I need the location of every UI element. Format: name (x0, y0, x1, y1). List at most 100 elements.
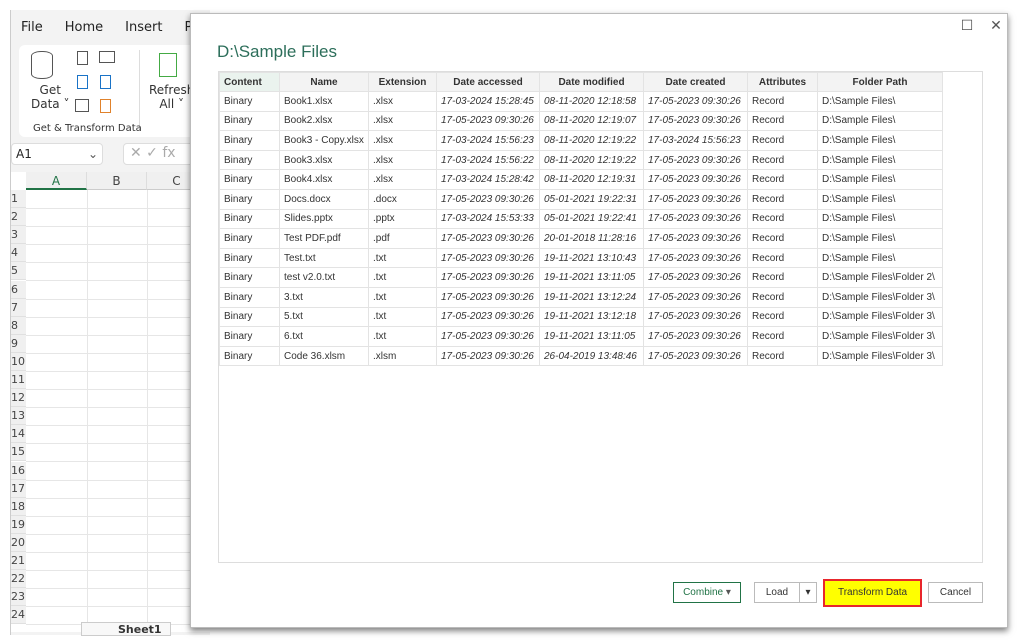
table-cell: 19-11-2021 13:10:43 (539, 247, 644, 269)
dropdown-arrow-icon: ▾ (805, 587, 811, 598)
row-header-9[interactable]: 9 (11, 334, 26, 353)
get-data-label: Get (39, 83, 61, 97)
table-cell[interactable]: Binary (219, 267, 280, 288)
sheet-tab[interactable]: Sheet1 (81, 622, 171, 636)
table-cell: .xlsx (368, 169, 437, 190)
row-header-3[interactable]: 3 (11, 226, 26, 245)
column-header[interactable]: Content (219, 72, 280, 92)
column-header-A[interactable]: A (26, 172, 87, 190)
combine-button[interactable]: Combine ▾ (673, 582, 741, 603)
row-header-2[interactable]: 2 (11, 208, 26, 227)
table-cell[interactable]: Binary (219, 130, 280, 151)
table-cell: 17-05-2023 09:30:26 (643, 208, 748, 230)
existing-connections-icon[interactable] (100, 99, 111, 113)
table-cell: .txt (368, 306, 437, 328)
column-header[interactable]: Date accessed (436, 72, 540, 92)
load-dropdown-button[interactable]: ▾ (799, 582, 817, 603)
table-cell: 08-11-2020 12:19:22 (539, 149, 644, 171)
row-header-15[interactable]: 15 (11, 443, 26, 462)
row-header-12[interactable]: 12 (11, 389, 26, 408)
table-cell[interactable]: Binary (219, 91, 280, 112)
row-header-5[interactable]: 5 (11, 262, 26, 281)
row-gridline (26, 570, 211, 571)
table-cell: 17-05-2023 09:30:26 (643, 228, 748, 249)
table-cell: 17-05-2023 09:30:26 (643, 267, 748, 288)
menu-file[interactable]: File (21, 20, 43, 35)
menu-home[interactable]: Home (65, 20, 103, 35)
column-header[interactable]: Folder Path (817, 72, 943, 92)
table-cell: 17-05-2023 09:30:26 (436, 228, 540, 249)
table-cell[interactable]: Binary (219, 149, 280, 171)
row-header-21[interactable]: 21 (11, 552, 26, 571)
menu-insert[interactable]: Insert (125, 20, 162, 35)
from-web-icon[interactable] (77, 75, 88, 89)
table-cell: 17-05-2023 09:30:26 (436, 326, 540, 347)
table-cell: Book3 - Copy.xlsx (279, 130, 369, 151)
column-header[interactable]: Name (279, 72, 369, 92)
row-header-19[interactable]: 19 (11, 515, 26, 534)
table-cell: 17-05-2023 09:30:26 (643, 149, 748, 171)
row-header-16[interactable]: 16 (11, 461, 26, 480)
spreadsheet-grid[interactable]: A B C 1 2 3 4 5 6 7 8 9 10 11 12 13 14 15 16 17 18 19 20 21 22 23… (11, 172, 211, 632)
row-header-17[interactable]: 17 (11, 479, 26, 498)
preview-table: Content Name Extension Date accessed Date mo… (219, 72, 943, 367)
row-header-11[interactable]: 11 (11, 371, 26, 390)
row-header-7[interactable]: 7 (11, 298, 26, 317)
transform-data-button[interactable]: Transform Data (823, 579, 922, 607)
refresh-label: Refresh (149, 83, 195, 97)
table-cell: 17-05-2023 09:30:26 (436, 110, 540, 132)
row-header-13[interactable]: 13 (11, 407, 26, 426)
row-header-6[interactable]: 6 (11, 280, 26, 299)
refresh-all-button[interactable]: Refresh All ˅ (149, 83, 194, 111)
close-icon[interactable]: ✕ (986, 18, 1006, 34)
column-header[interactable]: Extension (368, 72, 437, 92)
row-header-1[interactable]: 1 (11, 190, 26, 209)
table-cell[interactable]: Binary (219, 306, 280, 328)
table-cell[interactable]: Binary (219, 110, 280, 132)
table-cell: 08-11-2020 12:19:31 (539, 169, 644, 190)
from-text-icon[interactable] (77, 51, 88, 65)
table-cell: 17-03-2024 15:56:23 (436, 130, 540, 151)
table-cell[interactable]: Binary (219, 247, 280, 269)
row-header-23[interactable]: 23 (11, 588, 26, 607)
column-header[interactable]: Date created (643, 72, 748, 92)
row-header-18[interactable]: 18 (11, 497, 26, 516)
name-box[interactable]: A1 ⌄ (11, 143, 103, 165)
maximize-icon[interactable]: ☐ (957, 18, 977, 34)
table-cell[interactable]: Binary (219, 228, 280, 249)
table-cell[interactable]: Binary (219, 345, 280, 367)
table-cell: 05-01-2021 19:22:41 (539, 208, 644, 230)
row-header-20[interactable]: 20 (11, 533, 26, 552)
row-header-10[interactable]: 10 (11, 352, 26, 371)
from-table-icon[interactable] (75, 99, 89, 112)
table-cell[interactable]: Binary (219, 326, 280, 347)
table-cell: Record (747, 326, 818, 347)
chevron-down-icon: ⌄ (87, 147, 98, 161)
row-gridline (26, 298, 211, 300)
table-cell: Record (747, 306, 818, 328)
excel-window: FileHomeInsertPage GetData ˅ RefreshAll … (10, 10, 216, 636)
row-header-8[interactable]: 8 (11, 316, 26, 335)
table-cell[interactable]: Binary (219, 169, 280, 190)
table-cell[interactable]: Binary (219, 208, 280, 230)
row-header-4[interactable]: 4 (11, 244, 26, 263)
table-row: Binary Slides.pptx .pptx 17-03-2024 15:53:3… (219, 208, 943, 230)
table-cell: test v2.0.txt (279, 267, 369, 288)
table-cell: 17-05-2023 09:30:26 (643, 286, 748, 308)
get-data-button[interactable]: Get Data ˅ (31, 83, 69, 111)
column-header[interactable]: Attributes (747, 72, 818, 92)
table-cell[interactable]: Binary (219, 286, 280, 308)
load-button[interactable]: Load (754, 582, 800, 603)
dropdown-arrow-icon: ▾ (725, 587, 731, 598)
from-picture-icon[interactable] (99, 51, 115, 63)
column-header-B[interactable]: B (87, 172, 147, 190)
row-header-14[interactable]: 14 (11, 425, 26, 444)
table-cell[interactable]: Binary (219, 188, 280, 210)
table-cell: 17-03-2024 15:56:22 (436, 149, 540, 171)
column-gridline (87, 190, 88, 632)
row-header-22[interactable]: 22 (11, 570, 26, 589)
column-header[interactable]: Date modified (539, 72, 644, 92)
recent-sources-icon[interactable] (100, 75, 111, 89)
cancel-button[interactable]: Cancel (928, 582, 983, 603)
row-header-24[interactable]: 24 (11, 606, 26, 625)
